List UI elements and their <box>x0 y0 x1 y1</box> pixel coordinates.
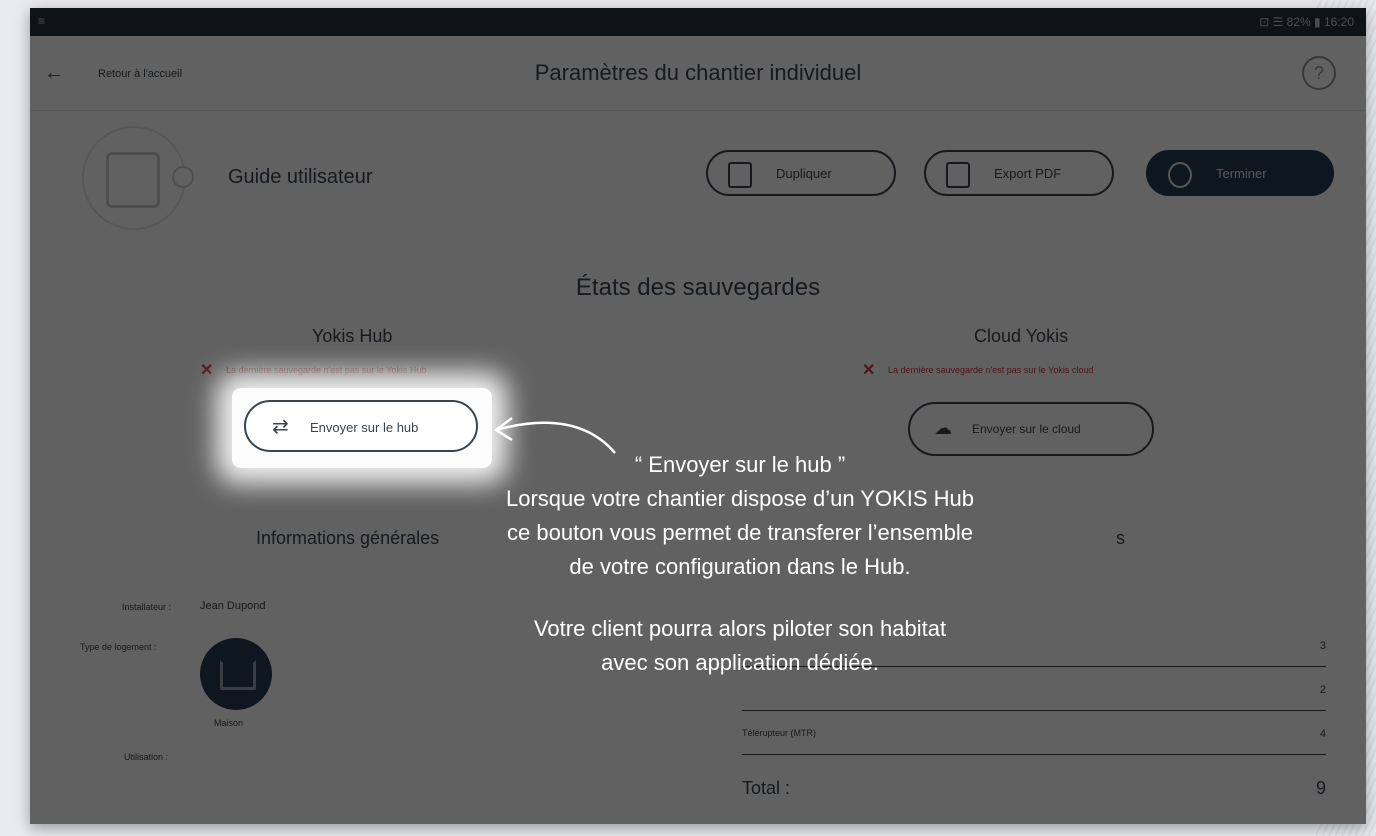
callout-line: de votre configuration dans le Hub. <box>569 554 911 579</box>
backups-section-title: États des sauvegardes <box>575 274 821 301</box>
right-section-title: s <box>1116 528 1125 548</box>
hub-warning: La dernière sauvegarde n'est pas sur le … <box>226 365 427 375</box>
help-icon[interactable]: ? <box>1302 56 1336 90</box>
send-to-hub-button[interactable]: ⇄ Envoyer sur le hub <box>244 400 478 452</box>
status-indicators: ⊡ ☰ 82% ▮ 16:20 <box>1259 15 1354 29</box>
page-title: Paramètres du chantier individuel <box>534 60 862 85</box>
house-icon[interactable] <box>200 638 272 710</box>
hub-transfer-icon: ⇄ <box>272 416 289 438</box>
cloud-sync-error-icon: ✕ <box>862 362 876 379</box>
hub-title: Yokis Hub <box>312 326 393 346</box>
send-to-cloud-label: Envoyer sur le cloud <box>972 422 1081 436</box>
tablet-screen: ≡ ⊡ ☰ 82% ▮ 16:20 ← Retour à l'accueil P… <box>30 8 1366 824</box>
finish-button[interactable]: Terminer <box>1146 150 1334 196</box>
housing-type-label: Type de logement : <box>80 642 157 652</box>
app-bar: ← Retour à l'accueil Paramètres du chant… <box>30 36 1366 111</box>
hub-sync-error-icon: ✕ <box>200 362 214 379</box>
duplicate-button[interactable]: Dupliquer <box>706 150 896 196</box>
callout-line: ce bouton vous permet de transferer l’en… <box>507 520 973 545</box>
general-info-title: Informations générales <box>256 528 440 548</box>
housing-type-value: Maison <box>214 718 244 728</box>
usage-label: Utilisation : <box>124 752 169 762</box>
callout-line: avec son application dédiée. <box>601 650 879 675</box>
status-bar: ≡ ⊡ ☰ 82% ▮ 16:20 <box>30 8 1366 36</box>
signature-icon <box>1168 162 1192 188</box>
pdf-icon <box>946 162 970 188</box>
total-value: 9 <box>1315 778 1326 798</box>
send-to-hub-label: Envoyer sur le hub <box>310 420 419 435</box>
finish-label: Terminer <box>1216 166 1267 181</box>
document-icon <box>106 152 160 208</box>
duplicate-icon <box>728 162 752 188</box>
cloud-warning: La dernière sauvegarde n'est pas sur le … <box>888 365 1094 375</box>
duplicate-label: Dupliquer <box>776 166 832 181</box>
project-name: Guide utilisateur <box>228 166 373 188</box>
tutorial-callout: “ Envoyer sur le hub ” Lorsque votre cha… <box>450 448 1030 680</box>
callout-line: Lorsque votre chantier dispose d’un YOKI… <box>506 486 974 511</box>
cloud-upload-icon: ☁ <box>934 418 952 438</box>
callout-line: Votre client pourra alors piloter son ha… <box>533 616 947 641</box>
project-avatar[interactable] <box>82 126 186 230</box>
installer-value: Jean Dupond <box>200 600 266 612</box>
table-row: Télérupteur (MTR) 4 <box>742 714 1326 755</box>
total-label: Total : <box>742 778 791 798</box>
installer-label: Installateur : <box>122 602 172 612</box>
export-pdf-label: Export PDF <box>994 166 1062 181</box>
cloud-title: Cloud Yokis <box>974 326 1069 346</box>
callout-line: “ Envoyer sur le hub ” <box>634 452 846 477</box>
status-menu-icon: ≡ <box>38 14 46 28</box>
export-pdf-button[interactable]: Export PDF <box>924 150 1114 196</box>
avatar-edit-handle[interactable] <box>172 166 194 188</box>
